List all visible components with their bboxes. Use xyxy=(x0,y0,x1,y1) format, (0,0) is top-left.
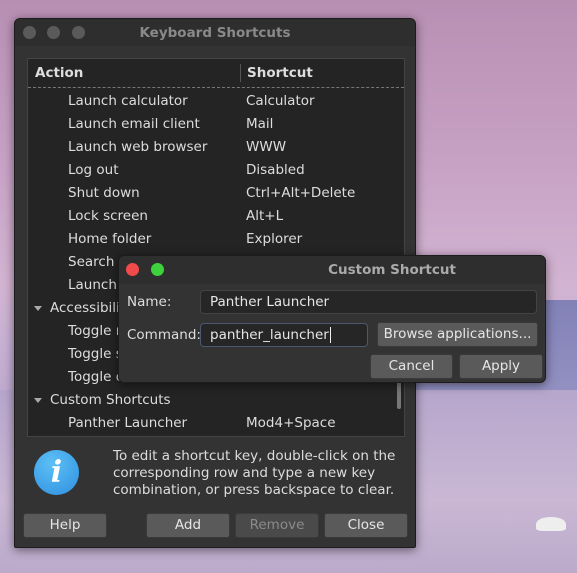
browse-applications-button[interactable]: Browse applications... xyxy=(377,322,538,347)
column-header-shortcut[interactable]: Shortcut xyxy=(247,65,313,81)
table-row[interactable]: Launch email client Mail xyxy=(28,113,398,136)
remove-button[interactable]: Remove xyxy=(235,513,319,538)
info-line: corresponding row and type a new key xyxy=(113,465,376,481)
info-line: To edit a shortcut key, double-click on … xyxy=(113,448,396,464)
row-shortcut: Ctrl+Alt+Delete xyxy=(246,185,356,201)
row-action: Toggle s xyxy=(68,346,123,362)
info-line: combination, or press backspace to clear… xyxy=(113,482,395,498)
close-window-button[interactable]: Close xyxy=(324,513,408,538)
row-action: Accessibili xyxy=(50,300,120,316)
name-field[interactable]: Panther Launcher xyxy=(200,290,537,314)
wallpaper-rock xyxy=(536,517,566,531)
column-divider xyxy=(240,64,241,82)
dialog-close-button[interactable] xyxy=(126,263,139,276)
table-row[interactable]: Panther Launcher Mod4+Space xyxy=(28,412,398,435)
row-shortcut: Mod4+Space xyxy=(246,415,336,431)
expander-icon[interactable] xyxy=(34,398,42,403)
row-action: Toggle c xyxy=(68,369,124,385)
row-action: Shut down xyxy=(68,185,140,201)
cancel-button[interactable]: Cancel xyxy=(370,354,453,379)
info-icon: i xyxy=(34,450,79,495)
row-action: Search xyxy=(68,254,115,270)
table-row[interactable]: Launch web browser WWW xyxy=(28,136,398,159)
dialog-maximize-button[interactable] xyxy=(151,263,164,276)
title-bar[interactable]: Keyboard Shortcuts xyxy=(15,19,415,46)
row-shortcut: Mail xyxy=(246,116,274,132)
column-header-action[interactable]: Action xyxy=(35,65,83,81)
table-row[interactable]: Home folder Explorer xyxy=(28,228,398,251)
name-label: Name: xyxy=(127,294,172,310)
row-action: Lock screen xyxy=(68,208,148,224)
row-action: Launch calculator xyxy=(68,93,188,109)
row-action: Home folder xyxy=(68,231,152,247)
table-row[interactable]: Shut down Ctrl+Alt+Delete xyxy=(28,182,398,205)
custom-shortcut-dialog: Custom Shortcut Name: Panther Launcher C… xyxy=(118,255,546,383)
row-action: Custom Shortcuts xyxy=(50,392,171,408)
row-action: Launch email client xyxy=(68,116,200,132)
command-field[interactable]: panther_launcher xyxy=(200,323,368,347)
dialog-title-bar[interactable]: Custom Shortcut xyxy=(119,256,545,284)
tree-header: Action Shortcut xyxy=(28,59,404,88)
dialog-title: Custom Shortcut xyxy=(328,262,456,278)
window-title: Keyboard Shortcuts xyxy=(139,25,291,41)
text-cursor xyxy=(329,327,331,343)
row-action: Log out xyxy=(68,162,119,178)
help-button[interactable]: Help xyxy=(23,513,107,538)
expander-icon[interactable] xyxy=(34,306,42,311)
table-row[interactable]: Log out Disabled xyxy=(28,159,398,182)
row-shortcut: WWW xyxy=(246,139,287,155)
row-action: Launch web browser xyxy=(68,139,208,155)
row-shortcut: Explorer xyxy=(246,231,303,247)
tree-group-row[interactable]: Custom Shortcuts xyxy=(28,389,398,412)
row-shortcut: Disabled xyxy=(246,162,305,178)
row-action: Toggle r xyxy=(68,323,122,339)
row-shortcut: Calculator xyxy=(246,93,315,109)
command-label: Command: xyxy=(127,327,201,343)
info-text: To edit a shortcut key, double-click on … xyxy=(113,448,395,499)
apply-button[interactable]: Apply xyxy=(459,354,543,379)
row-shortcut: Alt+L xyxy=(246,208,284,224)
row-action: Panther Launcher xyxy=(68,415,188,431)
table-row[interactable]: Lock screen Alt+L xyxy=(28,205,398,228)
command-value: panther_launcher xyxy=(210,327,329,343)
table-row[interactable]: Launch calculator Calculator xyxy=(28,90,398,113)
add-button[interactable]: Add xyxy=(146,513,230,538)
